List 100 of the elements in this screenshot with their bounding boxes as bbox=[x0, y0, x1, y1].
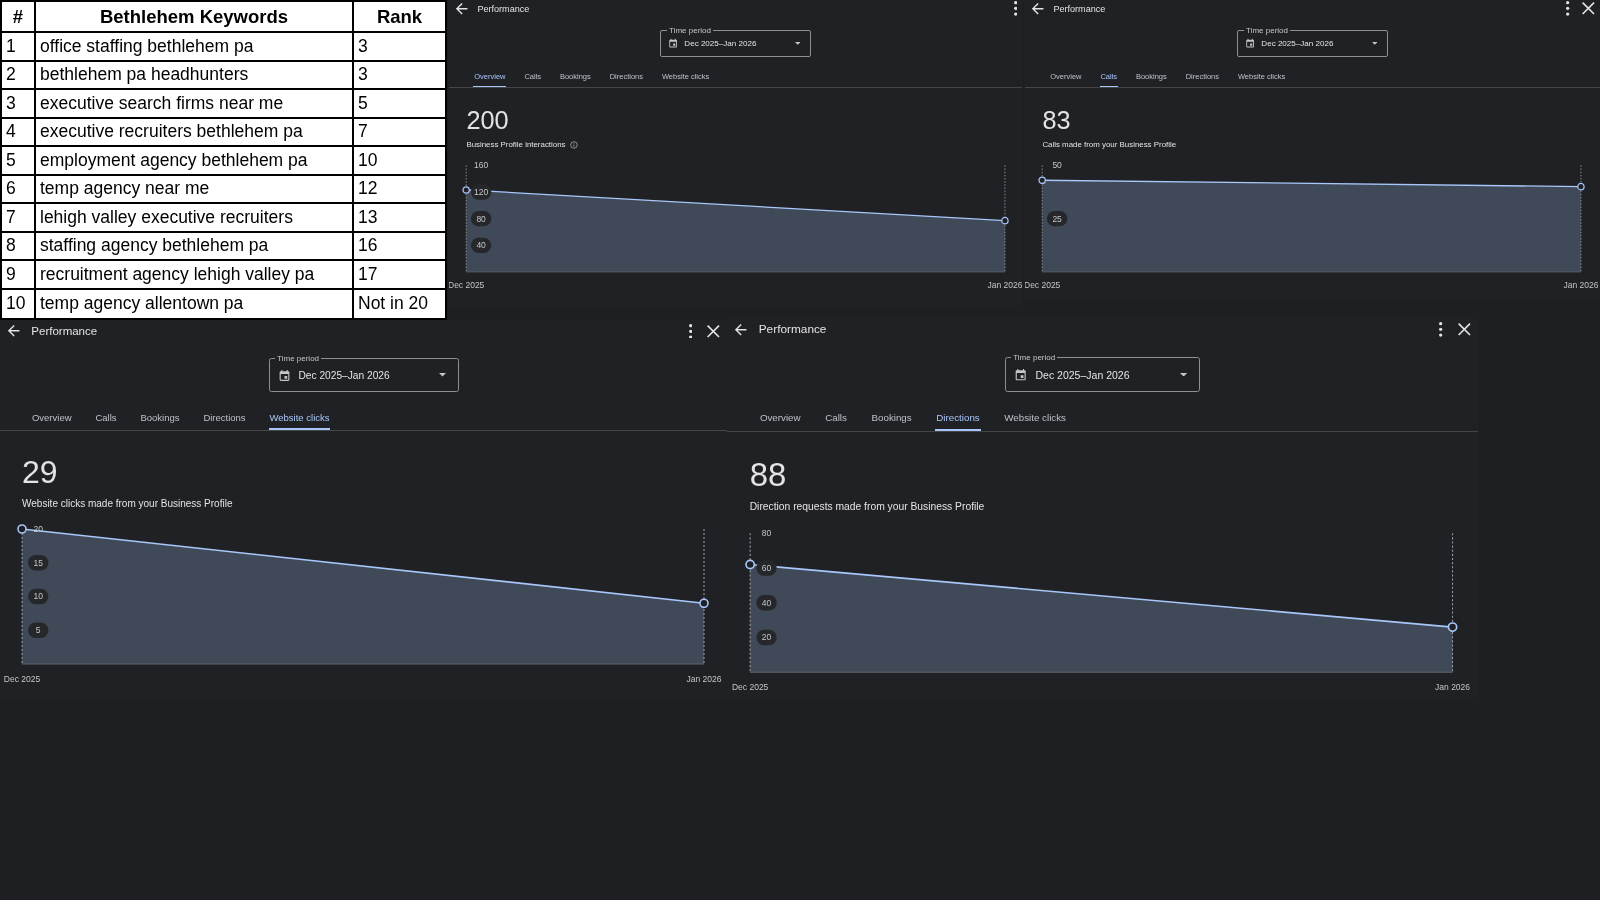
time-period-dropdown[interactable]: Time period Dec 2025–Jan 2026 bbox=[268, 358, 459, 392]
more-button[interactable] bbox=[689, 323, 693, 339]
axis-tick-label: 80 bbox=[471, 211, 492, 227]
table-cell: 3 bbox=[354, 61, 445, 90]
table-cell: 5 bbox=[354, 90, 445, 119]
table-cell: lehigh valley executive recruiters bbox=[36, 204, 354, 233]
more-icon bbox=[1439, 322, 1443, 337]
calendar-icon bbox=[1244, 38, 1256, 49]
y-tick-label: 5 bbox=[35, 625, 41, 636]
axis-label: Dec 2025 bbox=[3, 673, 41, 684]
tab[interactable]: Calls bbox=[94, 403, 118, 431]
axis-tick-label: 80 bbox=[761, 528, 771, 539]
y-tick-label: 40 bbox=[476, 240, 487, 251]
close-icon bbox=[1580, 1, 1596, 16]
tab[interactable]: Overview bbox=[31, 403, 73, 431]
close-icon bbox=[1457, 322, 1472, 337]
axis-tick-label: 40 bbox=[471, 237, 492, 253]
total-count: 88 bbox=[749, 456, 787, 494]
axis-tick-label: 160 bbox=[474, 160, 489, 171]
more-button[interactable] bbox=[1439, 322, 1443, 337]
y-tick-label: 25 bbox=[1052, 213, 1063, 224]
window-title: Performance bbox=[758, 322, 828, 337]
more-button[interactable] bbox=[1013, 1, 1018, 16]
table-cell: 3 bbox=[2, 90, 36, 119]
table-cell: temp agency near me bbox=[36, 175, 354, 204]
table-cell: 3 bbox=[354, 33, 445, 62]
table-cell: 1 bbox=[2, 33, 36, 62]
window-title: Performance bbox=[1053, 3, 1107, 14]
close-button[interactable] bbox=[1457, 322, 1472, 337]
caret-icon bbox=[1371, 42, 1378, 45]
close-button[interactable] bbox=[706, 323, 721, 339]
tab[interactable]: Bookings bbox=[139, 403, 181, 431]
calendar-icon bbox=[277, 368, 291, 382]
field-label: Time period bbox=[667, 26, 713, 35]
table-cell: 13 bbox=[354, 204, 445, 233]
axis-label: Jan 2026 bbox=[1563, 279, 1599, 290]
more-icon bbox=[1013, 1, 1018, 16]
more-button[interactable] bbox=[1566, 1, 1570, 16]
time-period-dropdown[interactable]: Time period Dec 2025–Jan 2026 bbox=[1004, 357, 1201, 393]
table-cell: 10 bbox=[2, 289, 36, 318]
axis-tick-label: 25 bbox=[1047, 211, 1068, 227]
y-tick-label: 60 bbox=[761, 562, 772, 573]
axis-label: Jan 2026 bbox=[987, 279, 1022, 290]
table-cell: 12 bbox=[354, 175, 445, 204]
field-label: Time period bbox=[1011, 353, 1058, 362]
axis-tick-label: 15 bbox=[28, 555, 49, 571]
total-count: 29 bbox=[22, 455, 58, 491]
caret-icon bbox=[794, 42, 801, 45]
window-title: Performance bbox=[31, 325, 99, 337]
tab[interactable]: Directions bbox=[935, 403, 981, 432]
column-header: Rank bbox=[354, 2, 445, 33]
table-cell: recruitment agency lehigh valley pa bbox=[36, 261, 354, 290]
table-cell: 17 bbox=[354, 261, 445, 290]
table-cell: bethlehem pa headhunters bbox=[36, 61, 354, 90]
metric-label: Website clicks made from your Business Profile bbox=[22, 497, 233, 511]
table-cell: 7 bbox=[2, 204, 36, 233]
axis-label: Dec 2025 bbox=[449, 279, 485, 290]
table-cell: 5 bbox=[2, 147, 36, 176]
axis-tick-label: 10 bbox=[28, 589, 49, 605]
close-icon bbox=[706, 323, 721, 339]
time-period-dropdown[interactable]: Time period Dec 2025–Jan 2026 bbox=[660, 30, 811, 57]
y-tick-label: 10 bbox=[33, 591, 44, 602]
field-label: Time period bbox=[275, 354, 322, 363]
table-cell: 6 bbox=[2, 175, 36, 204]
axis-tick-label: 20 bbox=[755, 629, 777, 646]
table-cell: temp agency allentown pa bbox=[36, 289, 354, 318]
table-cell: 7 bbox=[354, 118, 445, 147]
tab[interactable]: Website clicks bbox=[1003, 403, 1067, 432]
column-header: # bbox=[2, 2, 36, 33]
more-icon bbox=[689, 323, 693, 339]
field-label: Time period bbox=[1244, 26, 1290, 35]
table-cell: 4 bbox=[2, 118, 36, 147]
axis-tick-label: 5 bbox=[28, 623, 49, 639]
close-button[interactable] bbox=[1580, 1, 1596, 16]
table-cell: employment agency bethlehem pa bbox=[36, 147, 354, 176]
table-cell: office staffing bethlehem pa bbox=[36, 33, 354, 62]
tab[interactable]: Overview bbox=[758, 403, 802, 432]
table-cell: 16 bbox=[354, 232, 445, 261]
window-title: Performance bbox=[477, 3, 531, 14]
metric-label: Direction requests made from your Business Profile bbox=[749, 500, 985, 514]
axis-tick-label: 120 bbox=[471, 184, 492, 200]
axis-label: Dec 2025 bbox=[1025, 279, 1061, 290]
tab[interactable]: Website clicks bbox=[268, 403, 331, 431]
table-cell: staffing agency bethlehem pa bbox=[36, 232, 354, 261]
y-tick-label: 40 bbox=[761, 597, 772, 608]
tab[interactable]: Directions bbox=[202, 403, 247, 431]
tab[interactable]: Bookings bbox=[870, 403, 913, 432]
table-cell: 10 bbox=[354, 147, 445, 176]
time-period-dropdown[interactable]: Time period Dec 2025–Jan 2026 bbox=[1237, 30, 1388, 57]
axis-tick-label: 40 bbox=[755, 595, 777, 611]
y-tick-label: 80 bbox=[476, 213, 487, 224]
caret-icon bbox=[1179, 372, 1187, 377]
calendar-icon bbox=[667, 38, 679, 49]
total-count: 200 bbox=[466, 106, 509, 135]
calendar-icon bbox=[1013, 367, 1028, 382]
column-header: Bethlehem Keywords bbox=[36, 2, 354, 33]
table-cell: 2 bbox=[2, 61, 36, 90]
table-cell-text: Not in 20 bbox=[357, 292, 430, 316]
table-cell: 8 bbox=[2, 232, 36, 261]
tab[interactable]: Calls bbox=[824, 403, 848, 432]
